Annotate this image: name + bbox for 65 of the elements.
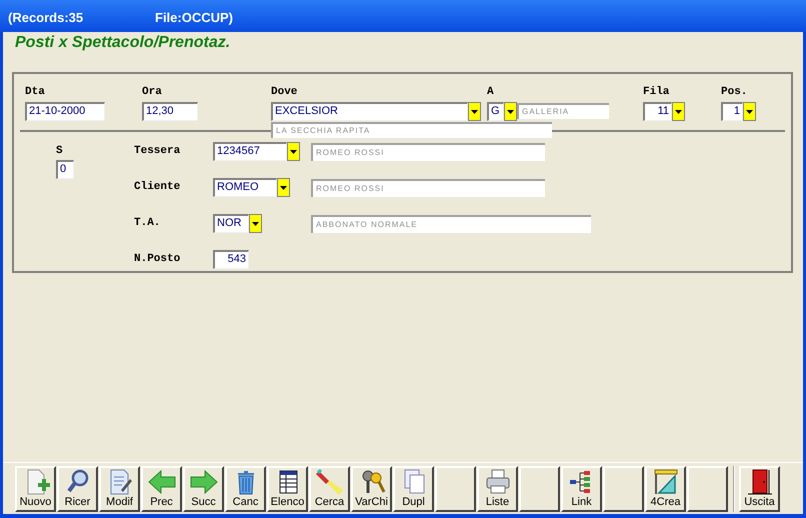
lookup-field: ROMEO ROSSI [311, 142, 545, 160]
toolbar-button[interactable]: Modif [99, 466, 140, 512]
dropdown-button[interactable] [743, 102, 756, 121]
toolbar-button[interactable]: Liste [477, 466, 518, 512]
field-label: Dove [271, 86, 298, 100]
field-label: Ora [142, 86, 163, 100]
toolbar-button[interactable]: Ricer [57, 466, 98, 512]
input-field[interactable]: 0 [56, 160, 74, 179]
input-field[interactable]: ROMEO [213, 178, 277, 197]
caret-icon [746, 110, 753, 114]
field-label: Fila [643, 86, 670, 100]
field-label: S [56, 145, 64, 158]
right-arrow-icon [188, 468, 218, 496]
toolbar-button[interactable]: Nuovo [15, 466, 56, 512]
dropdown-button[interactable] [277, 178, 290, 197]
input-field[interactable]: 11 [643, 102, 672, 121]
toolbar-button[interactable]: Link [561, 466, 602, 512]
dropdown-button[interactable] [249, 214, 262, 233]
toolbar-button[interactable] [435, 466, 476, 512]
file-name: File:OCCUP) [155, 9, 233, 28]
input-field[interactable]: G [487, 102, 504, 121]
toolbar-button[interactable]: Cerca [309, 466, 350, 512]
input-field[interactable]: NOR [213, 214, 249, 233]
input-field[interactable]: EXCELSIOR [271, 102, 468, 121]
toolbar-button[interactable]: Canc [225, 466, 266, 512]
toolbar-button[interactable]: 4Crea [645, 466, 686, 512]
dropdown-button[interactable] [287, 142, 300, 161]
left-arrow-icon [146, 468, 176, 496]
records-count: (Records:35 [8, 9, 84, 28]
toolbar-button[interactable]: VarChi [351, 466, 392, 512]
toolbar-button[interactable]: Elenco [267, 466, 308, 512]
input-field[interactable]: 21-10-2000 [25, 102, 105, 121]
toolbar-button[interactable]: Succ [183, 466, 224, 512]
field-label: Cliente [134, 180, 182, 196]
dropdown-button[interactable] [672, 102, 685, 121]
input-field[interactable]: 543 [213, 250, 249, 269]
caret-icon [675, 110, 682, 114]
toolbar-button[interactable]: Prec [141, 466, 182, 512]
toolbar-button[interactable] [687, 466, 728, 512]
field-label: N.Posto [134, 252, 182, 268]
dropdown-button[interactable] [504, 102, 517, 121]
field-label: Pos. [721, 86, 748, 100]
lookup-field: ABBONATO NORMALE [311, 214, 591, 232]
lookup-field: GALLERIA [517, 103, 609, 119]
field-label: Tessera [134, 144, 182, 160]
form-title: Posti x Spettacolo/Prenotaz. [14, 33, 232, 53]
dropdown-button[interactable] [468, 102, 481, 121]
caret-icon [290, 150, 297, 154]
input-field[interactable]: 1 [721, 102, 743, 121]
input-field[interactable]: 1234567 [213, 142, 287, 161]
toolbar-button[interactable] [519, 466, 560, 512]
lookup-field: LA SECCHIA RAPITA [271, 122, 552, 138]
caret-icon [252, 222, 259, 226]
field-label: A [487, 86, 495, 100]
flashlight-icon [314, 468, 344, 496]
field-label: Dta [25, 86, 46, 100]
toolbar-button[interactable]: Dupl [393, 466, 434, 512]
input-field[interactable]: 12,30 [142, 102, 198, 121]
lookup-field: ROMEO ROSSI [311, 178, 545, 196]
caret-icon [280, 186, 287, 190]
caret-icon [507, 110, 514, 114]
toolbar-button[interactable] [603, 466, 644, 512]
field-label: T.A. [134, 216, 162, 232]
toolbar-button[interactable]: Uscita [739, 466, 780, 512]
caret-icon [471, 110, 478, 114]
